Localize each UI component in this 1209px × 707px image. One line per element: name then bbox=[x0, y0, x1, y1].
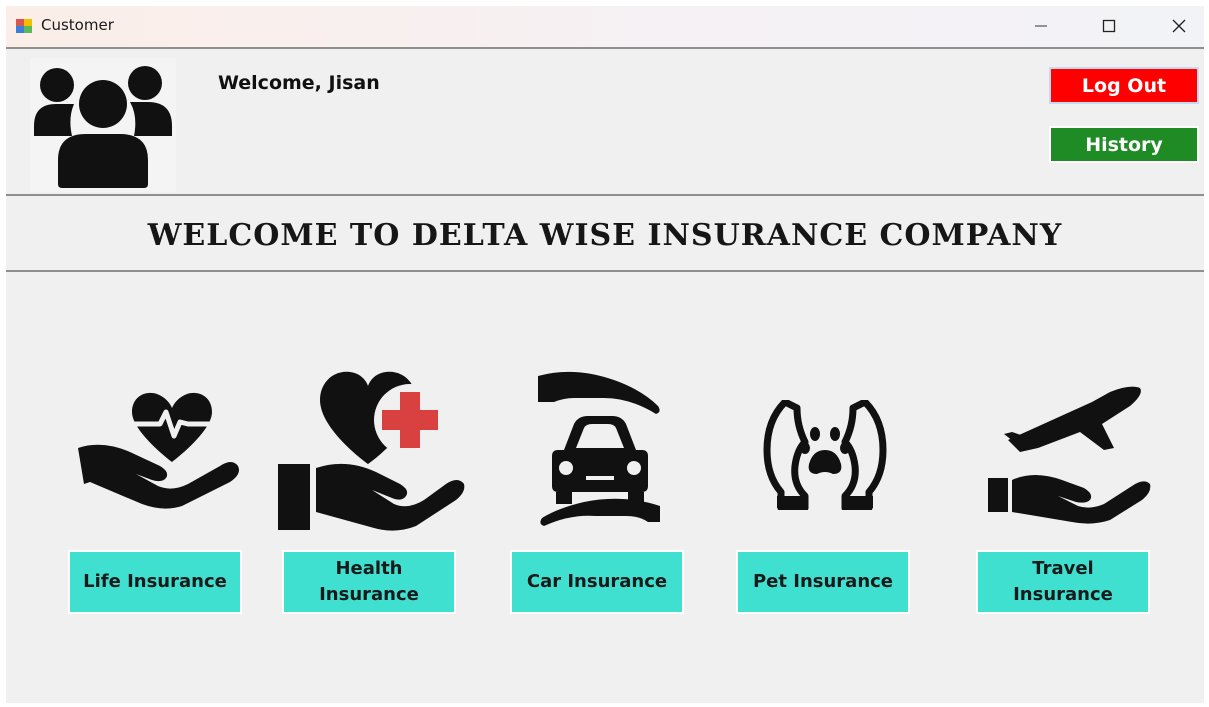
life-insurance-button[interactable]: Life Insurance bbox=[68, 550, 242, 614]
company-banner: WELCOME TO DELTA WISE INSURANCE COMPANY bbox=[147, 217, 1063, 253]
heart-pulse-hand-icon bbox=[78, 392, 239, 509]
window-title: Customer bbox=[41, 16, 114, 34]
maximize-icon bbox=[1102, 19, 1116, 33]
banner-divider bbox=[6, 270, 1204, 272]
car-hands-icon bbox=[538, 371, 660, 526]
avatar bbox=[30, 58, 176, 192]
minimize-button[interactable] bbox=[1018, 6, 1064, 46]
maximize-button[interactable] bbox=[1086, 6, 1132, 46]
close-icon bbox=[1172, 19, 1186, 33]
customer-window: Customer Welcome, Jisan Log Out History … bbox=[6, 6, 1204, 703]
heart-plus-hand-icon bbox=[278, 371, 465, 531]
life-insurance-label: Life Insurance bbox=[83, 571, 227, 592]
minimize-icon bbox=[1035, 25, 1047, 27]
history-button[interactable]: History bbox=[1049, 126, 1199, 163]
titlebar-divider bbox=[6, 47, 1204, 49]
title-bar[interactable]: Customer bbox=[6, 6, 1204, 47]
close-button[interactable] bbox=[1156, 6, 1202, 46]
plane-hand-icon bbox=[988, 386, 1151, 524]
car-insurance-button[interactable]: Car Insurance bbox=[510, 550, 684, 614]
header-divider bbox=[6, 194, 1204, 196]
welcome-message: Welcome, Jisan bbox=[218, 72, 380, 94]
users-group-icon bbox=[34, 66, 172, 188]
pet-insurance-button[interactable]: Pet Insurance bbox=[736, 550, 910, 614]
winforms-app-icon bbox=[16, 19, 32, 33]
health-insurance-label: Health Insurance bbox=[319, 558, 419, 605]
health-insurance-button[interactable]: Health Insurance bbox=[282, 550, 456, 614]
travel-insurance-label: Travel Insurance bbox=[1013, 558, 1113, 605]
car-insurance-label: Car Insurance bbox=[526, 571, 668, 592]
paw-hands-icon bbox=[763, 400, 887, 510]
pet-insurance-label: Pet Insurance bbox=[752, 571, 894, 592]
travel-insurance-button[interactable]: Travel Insurance bbox=[976, 550, 1150, 614]
logout-button[interactable]: Log Out bbox=[1049, 67, 1199, 104]
